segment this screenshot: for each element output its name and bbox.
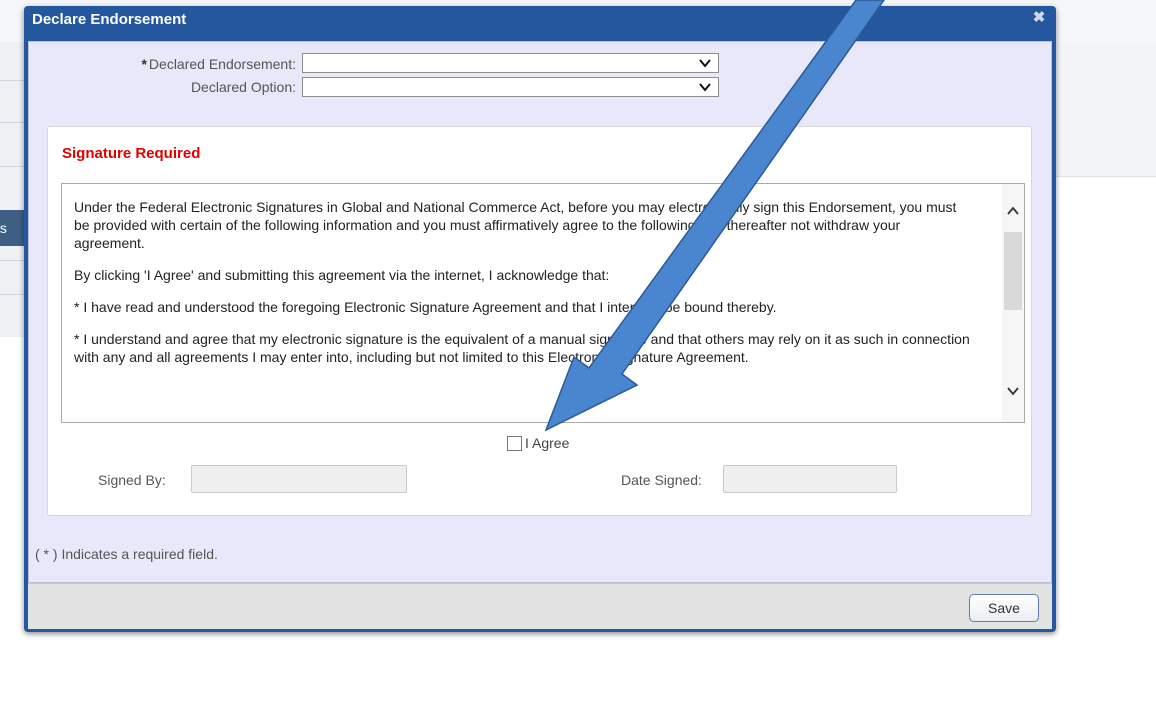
chevron-down-icon[interactable] <box>1006 384 1020 398</box>
save-button[interactable]: Save <box>969 594 1039 622</box>
signature-panel: Signature Required Under the Federal Ele… <box>47 126 1032 516</box>
dialog-title: Declare Endorsement <box>32 11 187 28</box>
signed-by-label: Signed By: <box>98 472 166 488</box>
declared-option-label: Declared Option: <box>190 79 296 95</box>
agreement-paragraph: By clicking 'I Agree' and submitting thi… <box>74 267 610 283</box>
date-signed-label: Date Signed: <box>621 472 702 488</box>
i-agree-checkbox[interactable] <box>507 435 522 451</box>
declared-endorsement-label: * Declared Endorsement: <box>141 56 296 72</box>
chevron-down-icon <box>699 83 711 92</box>
declared-option-select[interactable] <box>302 77 719 97</box>
signed-by-field[interactable] <box>191 465 407 493</box>
scroll-thumb[interactable] <box>1004 232 1022 310</box>
agreement-paragraph: Under the Federal Electronic Signatures … <box>74 199 957 251</box>
i-agree-row[interactable]: I Agree <box>507 433 569 453</box>
agreement-scrollbar[interactable] <box>1002 184 1024 422</box>
chevron-up-icon[interactable] <box>1006 204 1020 218</box>
dialog-footer: Save <box>28 583 1052 629</box>
close-icon[interactable]: ✖ <box>1031 10 1047 26</box>
agreement-text: Under the Federal Electronic Signatures … <box>74 198 974 380</box>
background-left-panel <box>0 42 24 337</box>
i-agree-label[interactable]: I Agree <box>525 435 569 451</box>
agreement-paragraph: * I understand and agree that my electro… <box>74 331 970 365</box>
signature-title: Signature Required <box>62 145 201 162</box>
chevron-down-icon <box>699 59 711 68</box>
dialog-body: * Declared Endorsement: Declared Option: … <box>28 41 1052 583</box>
date-signed-field[interactable] <box>723 465 897 493</box>
agreement-text-box[interactable]: Under the Federal Electronic Signatures … <box>61 183 1025 423</box>
declared-endorsement-select[interactable] <box>302 53 719 73</box>
background-right-panel <box>1056 42 1156 177</box>
declare-endorsement-dialog: Declare Endorsement ✖ * Declared Endorsem… <box>24 6 1056 632</box>
required-field-note: ( * ) Indicates a required field. <box>35 546 218 562</box>
agreement-paragraph: * I have read and understood the foregoi… <box>74 299 777 315</box>
required-star: * <box>141 56 147 72</box>
